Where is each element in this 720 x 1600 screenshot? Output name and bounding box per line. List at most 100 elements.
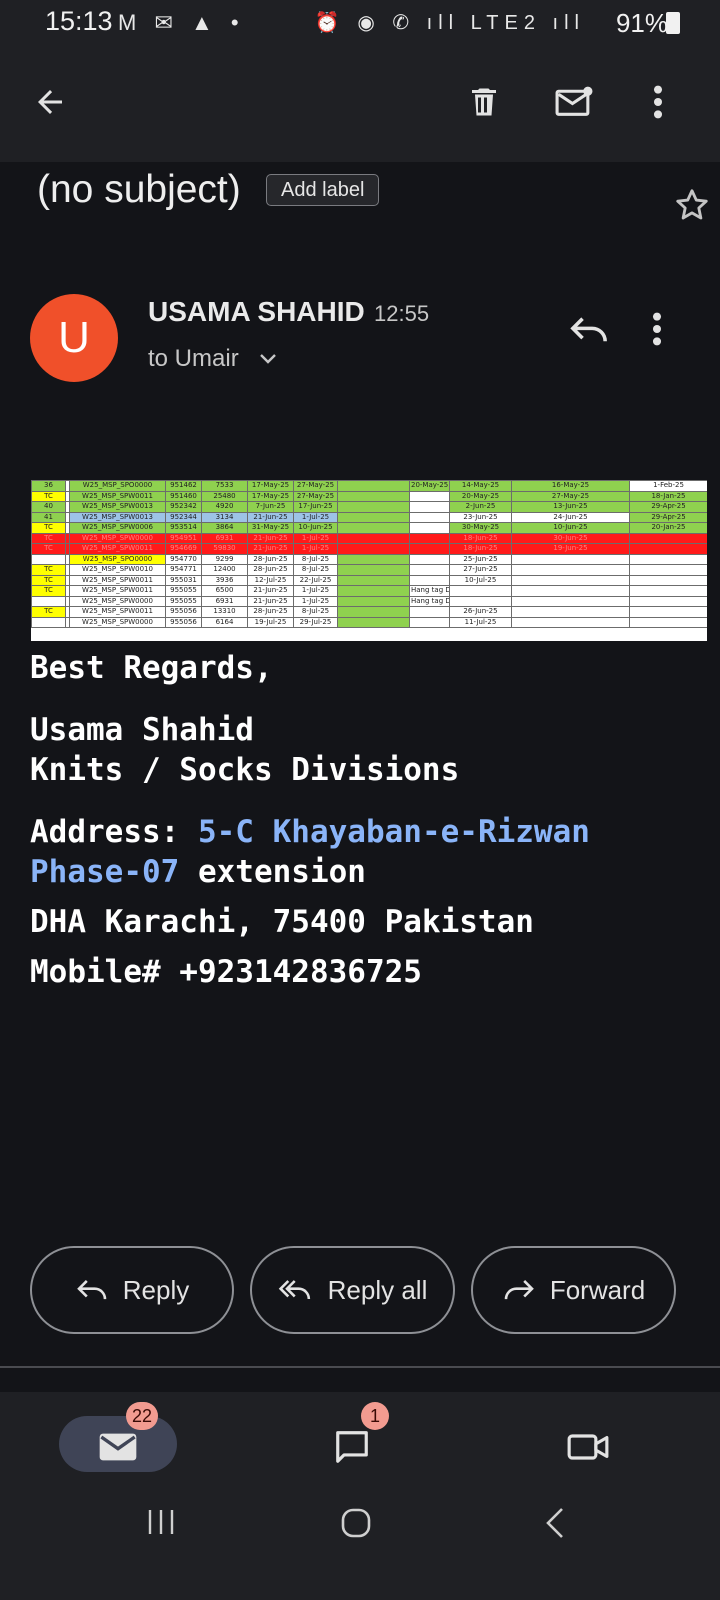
chat-icon[interactable] xyxy=(332,1428,372,1471)
table-cell: 27-Jun-25 xyxy=(449,564,512,576)
signature-mobile: Mobile# +923142836725 xyxy=(30,954,422,990)
table-cell: W25_MSP_SPW0000 xyxy=(69,532,166,544)
table-cell: W25_MSP_SPW0011 xyxy=(69,606,166,618)
table-row: TC W25_MSP_SPW0006 953514 3864 31-May-25 10-J… xyxy=(31,522,707,534)
delete-icon[interactable] xyxy=(460,78,508,126)
forward-icon xyxy=(504,1279,534,1300)
more-vert-icon[interactable] xyxy=(652,312,662,351)
table-cell: 1-Jul-25 xyxy=(293,511,338,523)
reply-button[interactable]: Reply xyxy=(30,1246,234,1334)
table-cell xyxy=(337,490,410,502)
home-icon[interactable] xyxy=(340,1507,372,1544)
table-cell: 10-Jun-25 xyxy=(511,522,630,534)
table-cell: 955055 xyxy=(165,595,202,607)
table-cell: 28-Jun-25 xyxy=(247,564,294,576)
avatar[interactable]: U xyxy=(30,294,118,382)
table-row: W25_MSP_SPW0000 955055 6931 21-Jun-25 1-Jul-… xyxy=(31,595,707,607)
table-cell: 1-Jul-25 xyxy=(293,595,338,607)
table-cell xyxy=(409,616,450,628)
table-cell xyxy=(337,553,410,565)
battery-percent: 91% xyxy=(615,8,668,38)
table-cell: 30-Jun-25 xyxy=(511,532,630,544)
table-cell: 955031 xyxy=(165,574,202,586)
signal-icons: ⏰ ◉ ✆ ıll LTE2 ıll xyxy=(314,12,585,34)
table-cell: 25-Jun-25 xyxy=(449,553,512,565)
more-vert-icon[interactable] xyxy=(634,78,682,126)
table-row: 40 W25_MSP_SPW0013 952342 4920 7-Jun-25 17-Ju… xyxy=(31,501,707,513)
table-cell: 28-Jun-25 xyxy=(247,606,294,618)
table-cell: W25_MSP_SPW0011 xyxy=(69,490,166,502)
notification-icons: M ✉ ▲ • xyxy=(118,10,245,35)
table-cell: 23-Jun-25 xyxy=(449,511,512,523)
table-cell: 3864 xyxy=(201,522,248,534)
table-cell: 1-Jul-25 xyxy=(293,585,338,597)
table-cell xyxy=(449,595,512,607)
recent-apps-icon[interactable] xyxy=(146,1507,176,1542)
table-cell xyxy=(629,532,707,544)
divider xyxy=(0,1366,720,1368)
table-cell: Hang tag Delivery Date xyxy=(409,595,450,607)
table-row: TC W25_MSP_SPW0011 955031 3936 12-Jul-25 22-J… xyxy=(31,574,707,586)
forward-button[interactable]: Forward xyxy=(471,1246,676,1334)
reply-all-button[interactable]: Reply all xyxy=(250,1246,455,1334)
status-bar: 15:13 M ✉ ▲ • ⏰ ◉ ✆ ıll LTE2 ıll 91% xyxy=(0,0,720,50)
table-cell: W25_MSP_SPW0000 xyxy=(69,616,166,628)
mail-icon xyxy=(98,1432,138,1467)
table-cell: 11-Jul-25 xyxy=(449,616,512,628)
spreadsheet-image[interactable]: 36 W25_MSP_SPO0000 951462 7533 17-May-25 27-M… xyxy=(31,480,707,641)
table-cell: 10-Jul-25 xyxy=(449,574,512,586)
table-cell xyxy=(629,606,707,618)
table-cell: 6931 xyxy=(201,532,248,544)
table-cell: 955055 xyxy=(165,585,202,597)
table-cell: Hang tag Delivery Date xyxy=(409,585,450,597)
back-arrow-icon[interactable] xyxy=(26,78,74,126)
table-row: TC W25_MSP_SPW0010 954771 12400 28-Jun-25 8-J… xyxy=(31,564,707,576)
table-cell: W25_MSP_SPW0006 xyxy=(69,522,166,534)
table-cell: 951460 xyxy=(165,490,202,502)
address-link[interactable]: 5-C Khayaban-e-Rizwan xyxy=(198,814,590,850)
add-label-button[interactable]: Add label xyxy=(266,174,380,206)
table-cell: 1-Feb-25 xyxy=(629,480,707,492)
table-cell: 954771 xyxy=(165,564,202,576)
table-cell: 6500 xyxy=(201,585,248,597)
table-cell: TC xyxy=(31,574,66,586)
table-cell xyxy=(337,522,410,534)
table-cell: W25_MSP_SPW0011 xyxy=(69,574,166,586)
table-row: W25_MSP_SPO0000 954770 9299 28-Jun-25 8-Jul-… xyxy=(31,553,707,565)
table-cell: TC xyxy=(31,532,66,544)
back-nav-icon[interactable] xyxy=(544,1507,566,1544)
table-cell xyxy=(337,595,410,607)
star-icon[interactable] xyxy=(673,186,711,229)
chevron-down-icon[interactable] xyxy=(260,352,276,370)
table-row: TC W25_MSP_SPW0011 954669 59830 21-Jun-25 1-J… xyxy=(31,543,707,555)
table-cell xyxy=(409,606,450,618)
table-cell: 40 xyxy=(31,501,66,513)
table-cell: 8-Jul-25 xyxy=(293,553,338,565)
signature-division: Knits / Socks Divisions xyxy=(30,752,460,788)
table-cell: 13310 xyxy=(201,606,248,618)
table-cell xyxy=(31,595,66,607)
meet-video-icon[interactable] xyxy=(566,1430,610,1469)
table-cell: 29-Apr-25 xyxy=(629,501,707,513)
signature-address: Address: 5-C Khayaban-e-Rizwan Phase-07 e… xyxy=(30,812,710,892)
table-cell xyxy=(409,501,450,513)
address-link-2[interactable]: Phase-07 xyxy=(30,854,179,890)
table-cell: 3936 xyxy=(201,574,248,586)
table-cell: 36 xyxy=(31,480,66,492)
toolbar xyxy=(0,50,720,162)
table-cell xyxy=(629,564,707,576)
table-cell xyxy=(31,616,66,628)
table-cell: 953514 xyxy=(165,522,202,534)
table-cell: TC xyxy=(31,585,66,597)
mark-unread-icon[interactable] xyxy=(550,78,598,126)
table-cell: 18-Jun-25 xyxy=(449,543,512,555)
reply-icon[interactable] xyxy=(568,312,610,353)
subject-row: (no subject) Add label xyxy=(37,168,708,228)
table-cell: 952344 xyxy=(165,511,202,523)
table-row: TC W25_MSP_SPW0011 955056 13310 28-Jun-25 8-J… xyxy=(31,606,707,618)
table-cell xyxy=(449,585,512,597)
reply-icon xyxy=(76,1279,107,1300)
sender-name: USAMA SHAHID xyxy=(148,296,365,327)
recipient-line[interactable]: to Umair xyxy=(148,345,239,373)
table-cell: TC xyxy=(31,564,66,576)
